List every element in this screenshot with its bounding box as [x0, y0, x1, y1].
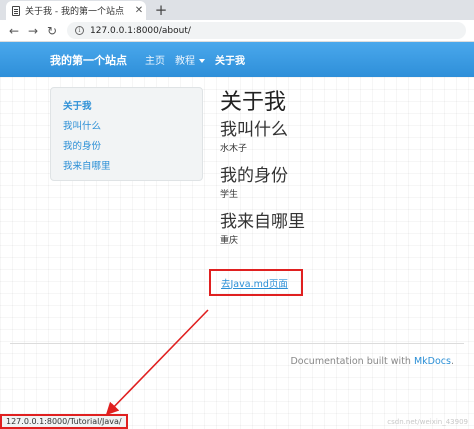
toc-item-name[interactable]: 我叫什么 — [63, 117, 202, 137]
mkdocs-link[interactable]: MkDocs — [414, 356, 451, 367]
highlight-box: 去Java.md页面 — [209, 269, 303, 296]
section-text: 学生 — [220, 190, 239, 200]
info-icon[interactable]: i — [75, 26, 84, 35]
section-heading: 我的身份 — [220, 166, 288, 186]
browser-tab-bar: 关于我 - 我的第一个站点 ✕ + — [0, 0, 474, 20]
watermark: csdn.net/weixin_43909 — [387, 418, 468, 426]
new-tab-button[interactable]: + — [153, 1, 169, 19]
browser-tab[interactable]: 关于我 - 我的第一个站点 ✕ — [6, 1, 146, 20]
main-content: 关于我 我叫什么 水木子 我的身份 学生 我来自哪里 重庆 — [220, 88, 460, 256]
close-icon[interactable]: ✕ — [132, 5, 146, 16]
java-page-link[interactable]: 去Java.md页面 — [221, 276, 288, 290]
table-of-contents: 关于我 我叫什么 我的身份 我来自哪里 — [50, 87, 203, 181]
toc-item-about[interactable]: 关于我 — [63, 97, 202, 117]
tab-title: 关于我 - 我的第一个站点 — [25, 7, 124, 17]
reload-icon[interactable]: ↻ — [44, 23, 60, 39]
section-heading: 我来自哪里 — [220, 212, 305, 232]
toc-item-origin[interactable]: 我来自哪里 — [63, 157, 202, 177]
address-bar: ← → ↻ i 127.0.0.1:8000/about/ — [0, 20, 474, 42]
section-heading: 我叫什么 — [220, 120, 288, 140]
nav-item-tutorial-label: 教程 — [175, 56, 195, 67]
section-text: 重庆 — [220, 236, 239, 246]
chevron-down-icon — [199, 59, 205, 63]
document-icon — [12, 5, 20, 16]
toc-item-identity[interactable]: 我的身份 — [63, 137, 202, 157]
nav-item-about[interactable]: 关于我 — [215, 52, 245, 67]
nav-item-tutorial[interactable]: 教程 — [175, 52, 205, 67]
status-bar-url: 127.0.0.1:8000/Tutorial/Java/ — [0, 414, 128, 429]
site-navbar: 我的第一个站点 主页 教程 关于我 — [0, 42, 474, 77]
footer-period: . — [450, 356, 454, 367]
site-brand[interactable]: 我的第一个站点 — [50, 52, 127, 68]
footer: Documentation built with MkDocs. — [290, 356, 454, 367]
footer-text: Documentation built with — [290, 356, 414, 367]
url-field[interactable]: i 127.0.0.1:8000/about/ — [67, 22, 466, 39]
footer-divider — [10, 343, 464, 344]
nav-item-home[interactable]: 主页 — [145, 52, 165, 67]
back-arrow-icon[interactable]: ← — [6, 23, 22, 39]
page-title: 关于我 — [220, 90, 287, 115]
url-text: 127.0.0.1:8000/about/ — [90, 25, 191, 36]
forward-arrow-icon[interactable]: → — [25, 23, 41, 39]
section-text: 水木子 — [220, 144, 248, 154]
